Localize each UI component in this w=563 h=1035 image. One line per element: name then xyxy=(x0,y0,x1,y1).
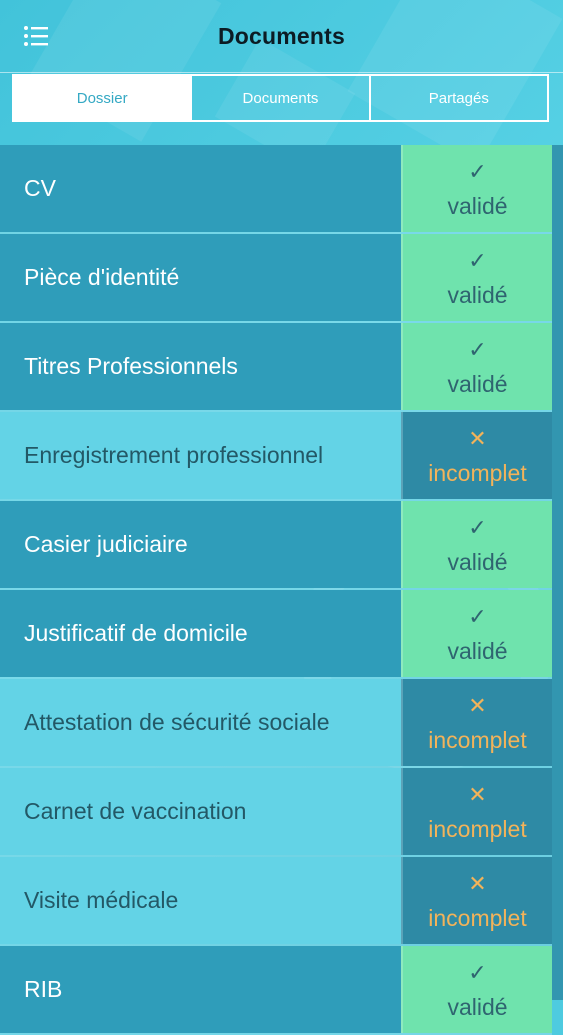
document-row-visite-medicale[interactable]: Visite médicale ✕ incomplet xyxy=(0,857,552,946)
status-badge: ✓ validé xyxy=(401,590,552,677)
check-icon: ✓ xyxy=(468,247,487,273)
tab-documents[interactable]: Documents xyxy=(190,76,368,120)
page-title: Documents xyxy=(217,22,346,49)
document-name: Enregistrement professionnel xyxy=(0,412,401,499)
status-text: incomplet xyxy=(428,904,527,931)
document-row-justificatif-domicile[interactable]: Justificatif de domicile ✓ validé xyxy=(0,590,552,679)
list-menu-icon xyxy=(24,26,48,46)
document-name: Visite médicale xyxy=(0,857,401,944)
check-icon: ✓ xyxy=(468,603,487,629)
status-badge: ✓ validé xyxy=(401,946,552,1033)
document-name: Titres Professionnels xyxy=(0,323,401,410)
document-row-titres-professionnels[interactable]: Titres Professionnels ✓ validé xyxy=(0,323,552,412)
status-text: incomplet xyxy=(428,726,527,753)
check-icon: ✓ xyxy=(468,336,487,362)
document-name: Carnet de vaccination xyxy=(0,768,401,855)
document-name: Attestation de sécurité sociale xyxy=(0,679,401,766)
status-badge: ✕ incomplet xyxy=(401,768,552,855)
cross-icon: ✕ xyxy=(468,692,487,718)
document-name: Casier judiciaire xyxy=(0,501,401,588)
document-row-piece-identite[interactable]: Pièce d'identité ✓ validé xyxy=(0,234,552,323)
tab-bar: Dossier Documents Partagés xyxy=(12,74,549,122)
check-icon: ✓ xyxy=(468,514,487,540)
tab-dossier[interactable]: Dossier xyxy=(14,76,191,120)
document-list: CV ✓ validé Pièce d'identité ✓ validé Ti… xyxy=(0,145,552,1035)
status-text: validé xyxy=(447,637,508,664)
status-badge: ✓ validé xyxy=(401,323,552,410)
status-badge: ✓ validé xyxy=(401,145,552,232)
status-badge: ✕ incomplet xyxy=(401,679,552,766)
menu-button[interactable] xyxy=(0,0,72,72)
cross-icon: ✕ xyxy=(468,425,487,451)
status-text: validé xyxy=(447,192,508,219)
document-name: CV xyxy=(0,145,401,232)
check-icon: ✓ xyxy=(468,158,487,184)
status-badge: ✕ incomplet xyxy=(401,857,552,944)
status-text: incomplet xyxy=(428,459,527,486)
status-text: validé xyxy=(447,281,508,308)
document-row-casier-judiciaire[interactable]: Casier judiciaire ✓ validé xyxy=(0,501,552,590)
document-row-attestation-securite-sociale[interactable]: Attestation de sécurité sociale ✕ incomp… xyxy=(0,679,552,768)
check-icon: ✓ xyxy=(468,959,487,985)
document-name: RIB xyxy=(0,946,401,1033)
document-row-enregistrement-professionnel[interactable]: Enregistrement professionnel ✕ incomplet xyxy=(0,412,552,501)
cross-icon: ✕ xyxy=(468,870,487,896)
cross-icon: ✕ xyxy=(468,781,487,807)
document-row-rib[interactable]: RIB ✓ validé xyxy=(0,946,552,1035)
document-row-carnet-vaccination[interactable]: Carnet de vaccination ✕ incomplet xyxy=(0,768,552,857)
status-badge: ✕ incomplet xyxy=(401,412,552,499)
status-text: validé xyxy=(447,370,508,397)
document-name: Pièce d'identité xyxy=(0,234,401,321)
status-badge: ✓ validé xyxy=(401,234,552,321)
status-text: incomplet xyxy=(428,815,527,842)
tab-partages[interactable]: Partagés xyxy=(368,76,547,120)
status-text: validé xyxy=(447,548,508,575)
scrollbar[interactable] xyxy=(552,145,563,1000)
status-text: validé xyxy=(447,993,508,1020)
document-row-cv[interactable]: CV ✓ validé xyxy=(0,145,552,234)
status-badge: ✓ validé xyxy=(401,501,552,588)
app-header: Documents xyxy=(0,0,563,73)
document-name: Justificatif de domicile xyxy=(0,590,401,677)
